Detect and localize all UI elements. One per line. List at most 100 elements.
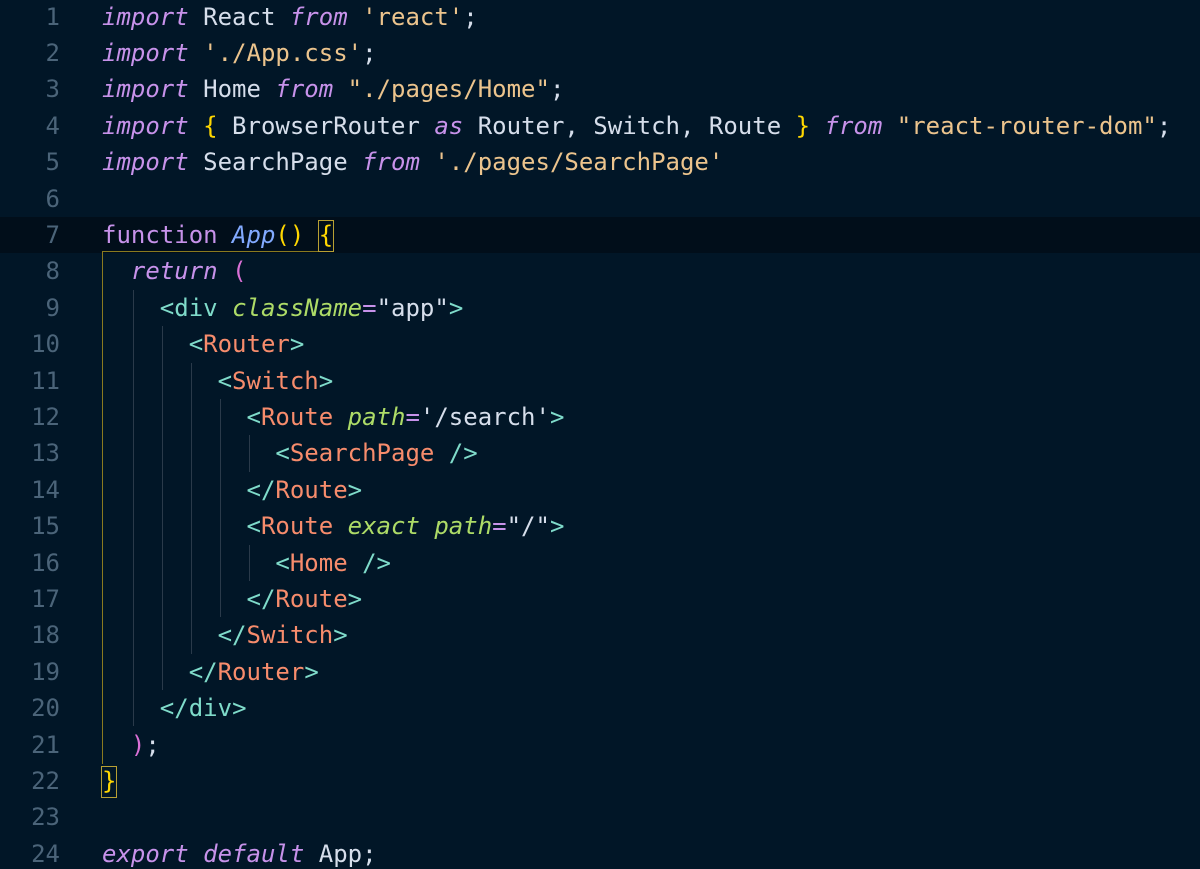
code-token: > bbox=[347, 584, 363, 613]
code-token: "/" bbox=[506, 512, 550, 541]
line-number: 7 bbox=[45, 220, 60, 249]
code-token: { bbox=[203, 111, 218, 140]
code-line[interactable]: 23 bbox=[0, 799, 1200, 835]
line-number: 16 bbox=[31, 548, 60, 577]
code-token: path bbox=[434, 512, 493, 541]
code-token: import bbox=[102, 2, 189, 31]
code-token: ; bbox=[549, 75, 565, 104]
code-token: > bbox=[549, 512, 565, 541]
code-line[interactable]: 1 import React from 'react'; bbox=[0, 0, 1200, 35]
code-token: '/search' bbox=[419, 402, 550, 431]
line-code: function App() { bbox=[102, 217, 333, 253]
line-code: import React from 'react'; bbox=[102, 0, 478, 35]
code-token: () bbox=[275, 220, 305, 249]
code-token: function bbox=[102, 220, 218, 249]
code-token: > bbox=[347, 475, 363, 504]
code-token: React bbox=[188, 2, 290, 31]
code-token: './pages/SearchPage' bbox=[434, 148, 724, 177]
line-number: 8 bbox=[45, 257, 60, 286]
line-code: import { BrowserRouter as Router, Switch… bbox=[102, 108, 1171, 144]
code-line[interactable]: 6 bbox=[0, 181, 1200, 217]
code-line[interactable]: 22} bbox=[0, 763, 1200, 799]
code-token: from bbox=[275, 75, 334, 104]
line-number: 3 bbox=[45, 75, 60, 104]
code-token: as bbox=[434, 111, 464, 140]
code-token: > bbox=[333, 621, 348, 650]
line-number: 11 bbox=[31, 366, 60, 395]
code-token: > bbox=[448, 293, 464, 322]
line-number: 23 bbox=[31, 803, 60, 832]
line-number: 14 bbox=[31, 475, 60, 504]
line-number: 17 bbox=[31, 584, 60, 613]
code-token: BrowserRouter bbox=[217, 111, 435, 140]
line-number: 12 bbox=[31, 402, 60, 431]
code-token: } bbox=[795, 111, 811, 140]
line-number: 15 bbox=[31, 512, 60, 541]
code-token: > bbox=[549, 402, 565, 431]
code-token: "app" bbox=[376, 293, 449, 322]
code-editor[interactable]: 1 import React from 'react'; 2 import './Ap… bbox=[0, 0, 1200, 869]
code-token: import bbox=[102, 38, 189, 67]
code-token: App bbox=[232, 220, 276, 249]
code-token: from bbox=[362, 148, 420, 177]
code-token: ; bbox=[362, 38, 377, 67]
code-token: = bbox=[492, 512, 507, 541]
code-token: './App.css' bbox=[203, 38, 363, 67]
line-number: 9 bbox=[45, 293, 60, 322]
code-token: "./pages/Home" bbox=[347, 75, 550, 104]
code-token: path bbox=[347, 402, 406, 431]
line-number: 19 bbox=[31, 657, 60, 686]
code-token: /> bbox=[362, 548, 391, 577]
line-number: 2 bbox=[45, 38, 60, 67]
code-token: from bbox=[824, 111, 883, 140]
code-line[interactable]: 24 export default App; bbox=[0, 836, 1200, 869]
code-token: ; bbox=[463, 2, 478, 31]
code-token: 'react' bbox=[362, 2, 464, 31]
code-token: /> bbox=[448, 439, 478, 468]
line-number: 6 bbox=[45, 184, 60, 213]
code-token: import bbox=[102, 111, 189, 140]
code-token: Home bbox=[188, 75, 276, 104]
line-number: 18 bbox=[31, 621, 60, 650]
code-line[interactable]: 3 import Home from "./pages/Home"; bbox=[0, 71, 1200, 107]
code-line[interactable]: 4 import { BrowserRouter as Router, Switc… bbox=[0, 108, 1200, 144]
code-line[interactable]: 5 import SearchPage from './pages/SearchP… bbox=[0, 144, 1200, 180]
code-line[interactable]: 7 function App() { bbox=[0, 216, 1200, 254]
line-number: 24 bbox=[31, 839, 60, 868]
code-token: App; bbox=[304, 839, 377, 868]
code-line[interactable]: 2 import './App.css'; bbox=[0, 35, 1200, 71]
code-token: from bbox=[289, 2, 348, 31]
line-code: import './App.css'; bbox=[102, 35, 377, 71]
code-token: Router, Switch, Route bbox=[463, 111, 796, 140]
code-token: export bbox=[102, 839, 189, 868]
line-code: export default App; bbox=[102, 836, 377, 869]
code-token: default bbox=[203, 839, 305, 868]
line-number: 10 bbox=[31, 330, 60, 359]
line-code: import Home from "./pages/Home"; bbox=[102, 71, 564, 107]
bracket-match-highlight bbox=[317, 219, 335, 253]
bracket-match-highlight bbox=[101, 765, 118, 799]
line-number: 4 bbox=[45, 111, 60, 140]
code-token: import bbox=[102, 75, 189, 104]
code-token: = bbox=[405, 402, 420, 431]
code-token: "react-router-dom" bbox=[896, 111, 1157, 140]
code-token: import bbox=[102, 148, 189, 177]
bracket-pair-guide bbox=[102, 251, 333, 764]
line-number: 5 bbox=[45, 148, 60, 177]
code-token: = bbox=[362, 293, 377, 322]
line-number: 1 bbox=[45, 2, 60, 31]
code-token: SearchPage bbox=[188, 148, 363, 177]
code-token: ; bbox=[1156, 111, 1172, 140]
